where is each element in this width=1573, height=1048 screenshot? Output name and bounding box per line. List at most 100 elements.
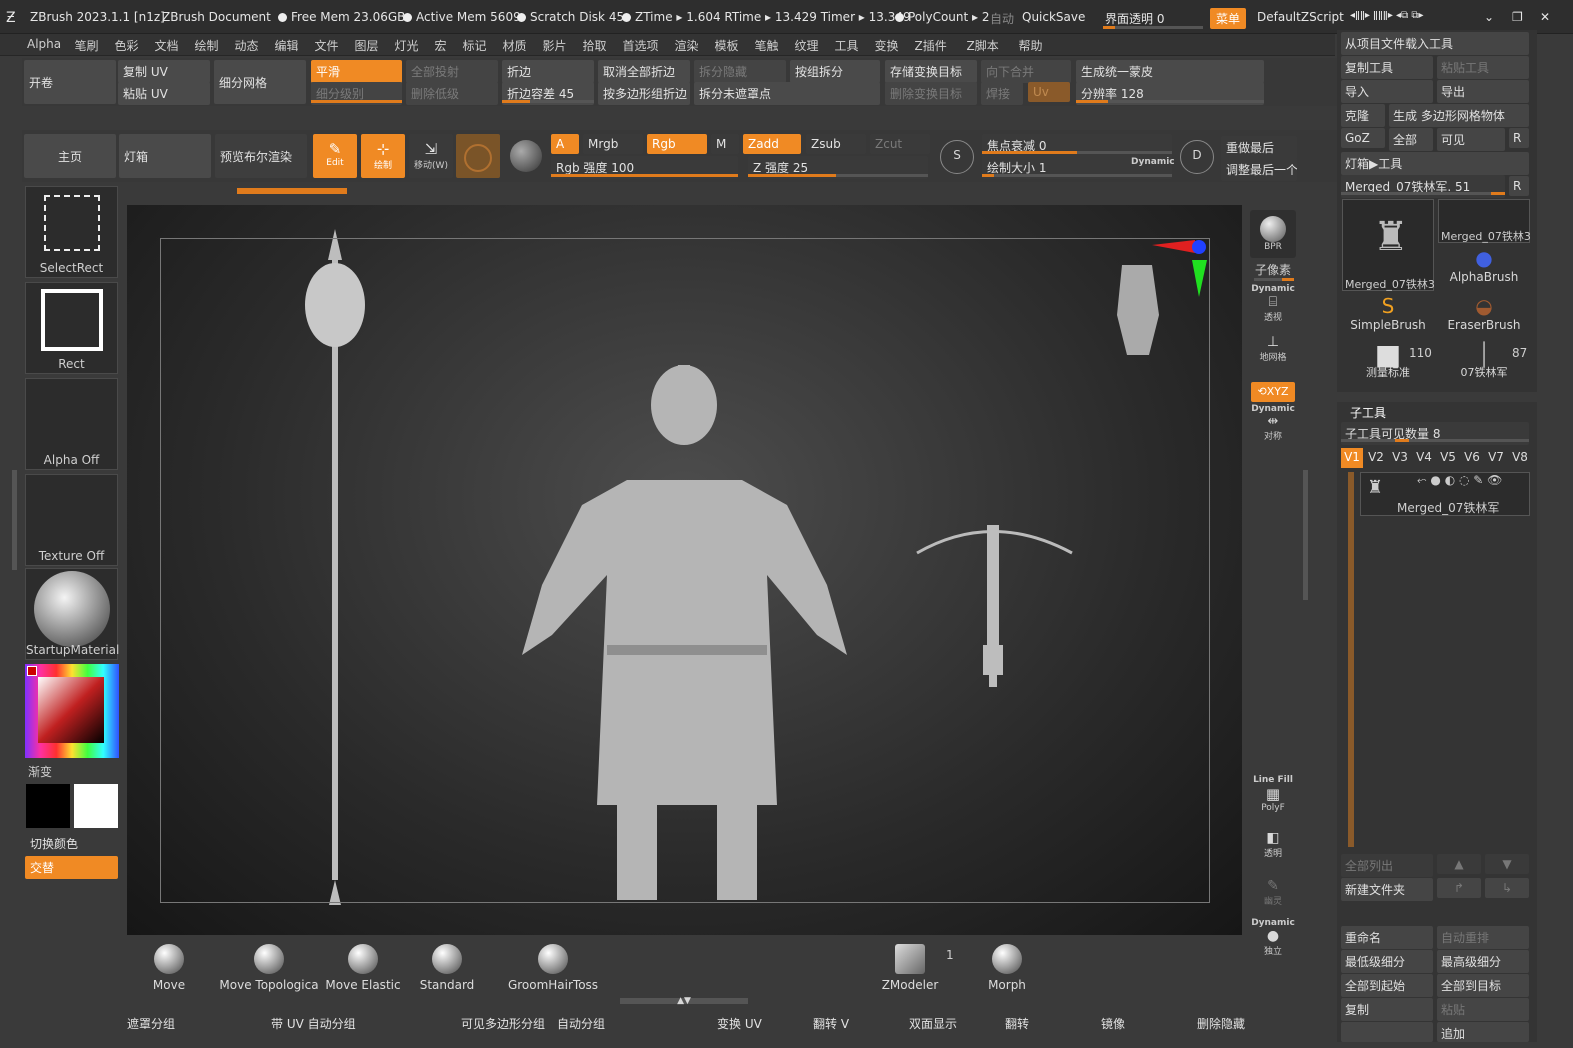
subtool-tab-v7[interactable]: V7 [1485, 448, 1507, 468]
generate-skin-button[interactable]: 生成统一蒙皮 [1076, 60, 1264, 83]
brush-move-elastic[interactable]: Move Elastic [325, 944, 401, 992]
subdivide-mesh-button[interactable]: 细分网格 [214, 60, 306, 104]
quicksave-button[interactable]: QuickSave [1022, 10, 1085, 24]
menu-item[interactable]: 文件 [315, 37, 339, 54]
menu-item[interactable]: 文档 [155, 37, 179, 54]
eraserbrush-tool[interactable]: ◒ EraserBrush [1438, 294, 1530, 340]
draw-mode-button[interactable]: ⊹ 绘制 [361, 134, 405, 178]
menu-item[interactable]: 动态 [235, 37, 259, 54]
ghost-button[interactable]: ✎ 幽灵 [1250, 878, 1296, 912]
goz-r-button[interactable]: R [1509, 128, 1529, 148]
a-toggle[interactable]: A [551, 134, 579, 154]
bottom-button[interactable]: 删除隐藏 [1192, 1012, 1312, 1035]
all-to-start-button[interactable]: 全部到起始 [1341, 974, 1433, 997]
bottom-button[interactable]: 双面显示 [904, 1012, 996, 1035]
bottom-button[interactable]: 镜像 [1096, 1012, 1188, 1035]
menu-item[interactable]: 纹理 [795, 37, 819, 54]
solo-button[interactable]: Dynamic ● 独立 [1250, 918, 1296, 958]
split-unmasked-button[interactable]: 拆分未遮罩点 [694, 82, 880, 105]
smooth-toggle[interactable]: 平滑 [311, 60, 402, 83]
close-icon[interactable]: ✕ [1540, 10, 1550, 24]
subtool-tab-v5[interactable]: V5 [1437, 448, 1459, 468]
secondary-color-swatch[interactable] [26, 784, 70, 828]
subpixel-label[interactable]: 子像素 [1255, 261, 1291, 278]
window-control-icons[interactable]: ◂ǁǁ▸ ǁǁǁ▸ ◂⧉ ⧉▸ [1350, 10, 1424, 21]
texture-button[interactable]: Texture Off [25, 474, 118, 566]
subtool-tab-v2[interactable]: V2 [1365, 448, 1387, 468]
symmetry-button[interactable]: Dynamic ⇹ 对称 [1250, 404, 1296, 444]
export-button[interactable]: 导出 [1437, 80, 1529, 103]
switch-color-button[interactable]: 切换颜色 [25, 832, 118, 855]
goz-visible-button[interactable]: 可见 [1437, 128, 1505, 151]
brush-move[interactable]: Move [149, 944, 189, 992]
brush-morph[interactable]: Morph [977, 944, 1037, 992]
subtool-tab-v8[interactable]: V8 [1509, 448, 1531, 468]
uncrease-all-button[interactable]: 取消全部折边 [598, 60, 690, 83]
menu-item[interactable]: 编辑 [275, 37, 299, 54]
menu-item[interactable]: 帮助 [1019, 37, 1043, 54]
m-toggle[interactable]: M [711, 134, 739, 154]
tool-thumb-2[interactable]: Merged_07铁林3 [1438, 199, 1531, 243]
auto-reorder-button[interactable]: 自动重排 [1437, 926, 1529, 949]
alphabrush-tool[interactable]: ● AlphaBrush [1438, 246, 1530, 292]
empty-button[interactable] [1341, 1022, 1433, 1042]
menu-button[interactable]: 菜单 [1210, 8, 1247, 29]
polyframe-button[interactable]: Line Fill ▦ PolyF [1250, 775, 1296, 815]
bottom-button[interactable]: 翻转 V [808, 1012, 900, 1035]
alternate-button[interactable]: 交替 [25, 856, 118, 879]
zadd-toggle[interactable]: Zadd [743, 134, 801, 154]
bottom-button[interactable]: 自动分组 [552, 1012, 644, 1035]
clone-button[interactable]: 克隆 [1341, 104, 1385, 127]
subtool-visibility-icons[interactable]: ⬿ ● ◐ ◌ ✎ 👁 [1417, 473, 1502, 488]
duplicate-button[interactable]: 复制 [1341, 998, 1433, 1021]
tool-r-button[interactable]: R [1509, 176, 1529, 196]
subtool-item[interactable]: ♜ ⬿ ● ◐ ◌ ✎ 👁 Merged_07铁林军 [1360, 472, 1530, 516]
move-mode-button[interactable]: ⇲ 移动(W) [409, 134, 453, 178]
subtool-tab-v6[interactable]: V6 [1461, 448, 1483, 468]
mrgb-toggle[interactable]: Mrgb [583, 134, 643, 154]
zsub-toggle[interactable]: Zsub [806, 134, 866, 154]
menu-item[interactable]: 工具 [835, 37, 859, 54]
menu-item[interactable]: 渲染 [675, 37, 699, 54]
lightbox-tools-button[interactable]: 灯箱▶工具 [1341, 152, 1529, 175]
menu-item[interactable]: 变换 [875, 37, 899, 54]
menu-item[interactable]: 拾取 [583, 37, 607, 54]
menu-item[interactable]: 宏 [435, 37, 447, 54]
move-up-icon[interactable]: ▲ [1437, 854, 1481, 874]
menu-item[interactable]: 色彩 [115, 37, 139, 54]
tool-thumb-1[interactable]: ♜ Merged_07铁林3 [1342, 199, 1435, 291]
color-sphere-icon[interactable] [510, 140, 542, 172]
brush-zmodeler[interactable]: ZModeler [875, 944, 945, 992]
merge-down-button[interactable]: 向下合并 [981, 60, 1071, 83]
replay-last-button[interactable]: 重做最后 [1221, 136, 1297, 159]
split-hidden-button[interactable]: 拆分隐藏 [694, 60, 786, 83]
xyz-symmetry-button[interactable]: ⟲XYZ [1251, 382, 1295, 402]
weld-button[interactable]: 焊接 [981, 82, 1023, 105]
right-shelf-scroll[interactable] [1303, 470, 1308, 600]
menu-item[interactable]: 绘制 [195, 37, 219, 54]
delete-lower-button[interactable]: 删除低级 [406, 82, 498, 105]
menu-item[interactable]: 影片 [543, 37, 567, 54]
goz-button[interactable]: GoZ [1341, 128, 1385, 148]
goz-all-button[interactable]: 全部 [1389, 128, 1433, 151]
edit-mode-button[interactable]: ✎ Edit [313, 134, 357, 178]
home-button[interactable]: 主页 [24, 134, 116, 178]
brush-move-topologica[interactable]: Move Topologica [219, 944, 319, 992]
arrow-up-right-icon[interactable]: ↱ [1437, 878, 1481, 898]
menu-item[interactable]: 灯光 [395, 37, 419, 54]
make-polymesh-button[interactable]: 生成 多边形网格物体 [1389, 104, 1529, 127]
crease-button[interactable]: 折边 [502, 60, 594, 83]
append-button[interactable]: 追加 [1437, 1022, 1529, 1042]
subtool-scrollbar[interactable] [1348, 472, 1354, 847]
open-button[interactable]: 开卷 [24, 60, 116, 104]
zcut-toggle[interactable]: Zcut [870, 134, 930, 154]
minimize-icon[interactable]: ⌄ [1484, 10, 1494, 24]
transparency-slider[interactable] [1103, 26, 1203, 29]
project-all-button[interactable]: 全部投射 [406, 60, 498, 83]
color-square[interactable] [38, 677, 104, 743]
new-folder-button[interactable]: 新建文件夹 [1341, 878, 1433, 901]
copy-uv-button[interactable]: 复制 UV [118, 60, 210, 83]
replay-icon[interactable]: D [1180, 140, 1214, 174]
lightbox-button[interactable]: 灯箱 [119, 134, 211, 178]
floor-button[interactable]: ⊥ 地网格 [1250, 334, 1296, 374]
